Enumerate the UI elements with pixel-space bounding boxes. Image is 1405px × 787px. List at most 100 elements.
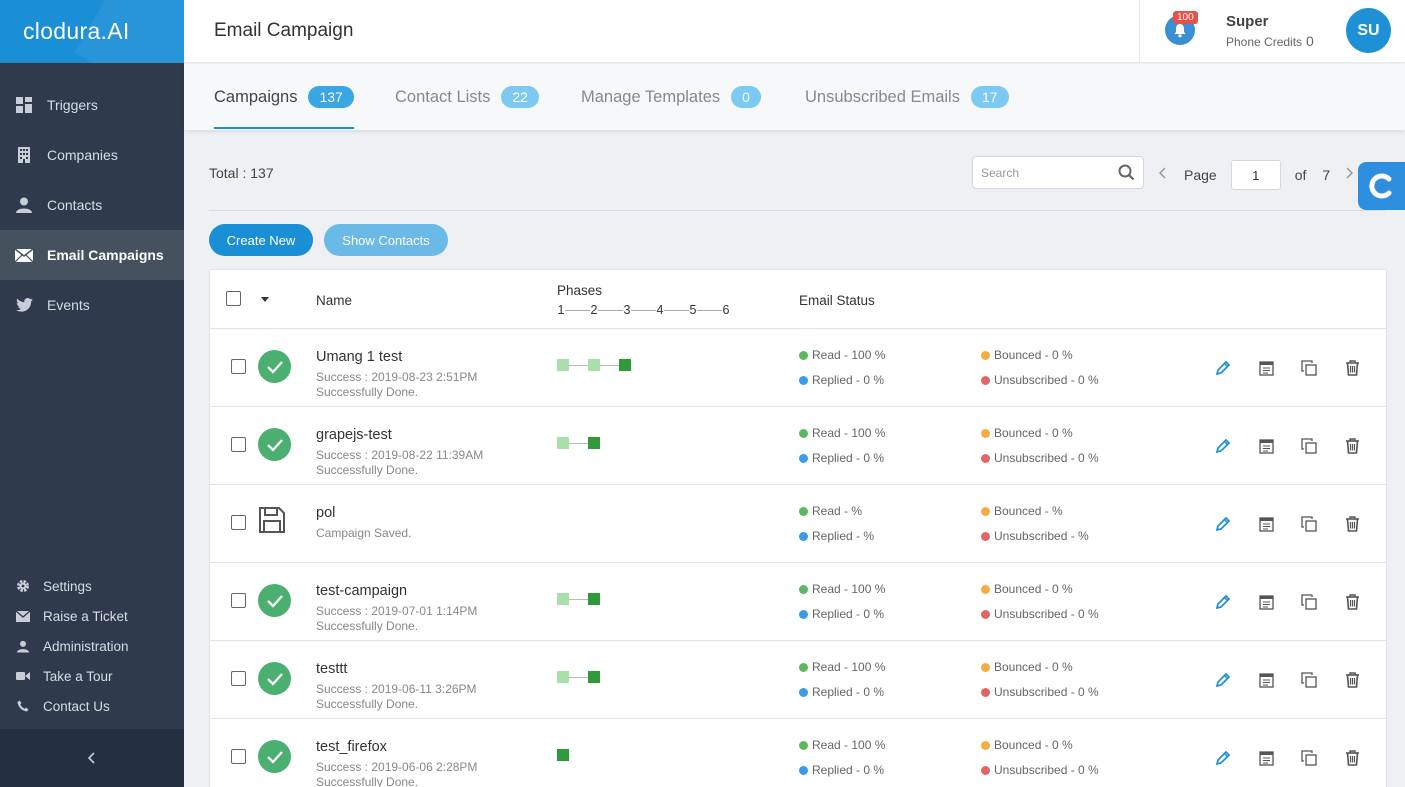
sidebar-item-raise-ticket[interactable]: Raise a Ticket bbox=[0, 601, 184, 631]
read-dot bbox=[799, 506, 808, 516]
phase-progress bbox=[557, 359, 631, 371]
logo[interactable]: clodura.AI bbox=[0, 0, 184, 63]
trash-icon[interactable] bbox=[1343, 671, 1361, 689]
campaign-name[interactable]: test_firefox bbox=[316, 739, 387, 755]
replied-dot bbox=[799, 375, 808, 385]
campaign-name[interactable]: Umang 1 test bbox=[316, 349, 402, 365]
trash-icon[interactable] bbox=[1343, 359, 1361, 377]
unsubscribed-dot bbox=[981, 531, 990, 541]
view-report-icon[interactable] bbox=[1257, 437, 1275, 455]
copy-icon[interactable] bbox=[1300, 359, 1318, 377]
edit-icon[interactable] bbox=[1214, 437, 1232, 455]
campaign-name[interactable]: grapejs-test bbox=[316, 427, 392, 443]
tab-campaigns[interactable]: Campaigns 137 bbox=[214, 64, 354, 130]
divider bbox=[209, 210, 1385, 211]
success-check-icon bbox=[258, 740, 291, 773]
view-report-icon[interactable] bbox=[1257, 515, 1275, 533]
bounced-stat-text: Bounced - % bbox=[994, 504, 1063, 518]
copy-icon[interactable] bbox=[1300, 749, 1318, 767]
copy-icon[interactable] bbox=[1300, 437, 1318, 455]
phase-number: 3 bbox=[623, 303, 631, 317]
sidebar-item-take-tour[interactable]: Take a Tour bbox=[0, 661, 184, 691]
trash-icon[interactable] bbox=[1343, 593, 1361, 611]
tab-manage-templates[interactable]: Manage Templates 0 bbox=[581, 64, 761, 130]
view-report-icon[interactable] bbox=[1257, 593, 1275, 611]
tab-contact-lists[interactable]: Contact Lists 22 bbox=[395, 64, 539, 130]
phase-connector bbox=[569, 598, 588, 600]
unsubscribed-stat-text: Unsubscribed - 0 % bbox=[994, 607, 1099, 621]
user-name: Super bbox=[1226, 13, 1269, 30]
show-contacts-button[interactable]: Show Contacts bbox=[324, 224, 448, 256]
bulk-actions-dropdown[interactable] bbox=[261, 297, 269, 302]
copy-icon[interactable] bbox=[1300, 515, 1318, 533]
copy-icon[interactable] bbox=[1300, 671, 1318, 689]
unsubscribed-dot bbox=[981, 765, 990, 775]
row-checkbox[interactable] bbox=[231, 593, 246, 608]
trash-icon[interactable] bbox=[1343, 749, 1361, 767]
page-number-input[interactable] bbox=[1230, 160, 1281, 190]
sidebar-item-contacts[interactable]: Contacts bbox=[0, 180, 184, 230]
tab-unsubscribed-emails[interactable]: Unsubscribed Emails 17 bbox=[805, 64, 1009, 130]
view-report-icon[interactable] bbox=[1257, 749, 1275, 767]
of-label: of bbox=[1294, 167, 1307, 183]
sidebar-item-settings[interactable]: Settings bbox=[0, 571, 184, 601]
read-stat-text: Read - 100 % bbox=[812, 660, 886, 674]
prev-page-button[interactable] bbox=[1158, 166, 1168, 185]
select-all-checkbox[interactable] bbox=[226, 291, 241, 306]
replied-stat-text: Replied - % bbox=[812, 529, 875, 543]
row-actions bbox=[1214, 749, 1386, 767]
next-page-button[interactable] bbox=[1344, 166, 1354, 185]
search-icon[interactable] bbox=[1118, 164, 1135, 186]
search-input[interactable] bbox=[973, 157, 1108, 188]
sidebar-item-companies[interactable]: Companies bbox=[0, 130, 184, 180]
edit-icon[interactable] bbox=[1214, 515, 1232, 533]
table-row: test_firefox Success : 2019-06-06 2:28PM S… bbox=[210, 719, 1386, 787]
sidebar-item-email-campaigns[interactable]: Email Campaigns bbox=[0, 230, 184, 280]
row-checkbox[interactable] bbox=[231, 515, 246, 530]
read-stat: Read - % bbox=[799, 504, 862, 518]
avatar[interactable]: SU bbox=[1346, 8, 1391, 53]
notification-count-badge: 100 bbox=[1173, 11, 1198, 24]
success-check-icon bbox=[258, 428, 291, 461]
campaign-status-text: Success : 2019-06-06 2:28PM Successfully … bbox=[316, 760, 477, 787]
unsubscribed-stat: Unsubscribed - 0 % bbox=[981, 451, 1099, 465]
trash-icon[interactable] bbox=[1343, 515, 1361, 533]
unsubscribed-stat-text: Unsubscribed - % bbox=[994, 529, 1089, 543]
trash-icon[interactable] bbox=[1343, 437, 1361, 455]
edit-icon[interactable] bbox=[1214, 671, 1232, 689]
campaign-name[interactable]: testtt bbox=[316, 661, 347, 677]
campaign-name[interactable]: pol bbox=[316, 505, 335, 521]
phase-marker bbox=[588, 593, 600, 605]
phase-progress bbox=[557, 749, 569, 761]
sidebar-item-events[interactable]: Events bbox=[0, 280, 184, 330]
edit-icon[interactable] bbox=[1214, 749, 1232, 767]
phase-progress bbox=[557, 593, 600, 605]
row-checkbox[interactable] bbox=[231, 437, 246, 452]
replied-stat-text: Replied - 0 % bbox=[812, 607, 885, 621]
read-dot bbox=[799, 584, 808, 594]
read-stat: Read - 100 % bbox=[799, 426, 885, 440]
sidebar-collapse-button[interactable] bbox=[0, 729, 184, 787]
read-stat-text: Read - 100 % bbox=[812, 426, 886, 440]
sidebar-item-contact-us[interactable]: Contact Us bbox=[0, 691, 184, 721]
table-row: Umang 1 test Success : 2019-08-23 2:51PM S… bbox=[210, 329, 1386, 407]
edit-icon[interactable] bbox=[1214, 593, 1232, 611]
sidebar-item-triggers[interactable]: Triggers bbox=[0, 80, 184, 130]
view-report-icon[interactable] bbox=[1257, 359, 1275, 377]
replied-stat-text: Replied - 0 % bbox=[812, 763, 885, 777]
view-report-icon[interactable] bbox=[1257, 671, 1275, 689]
replied-stat: Replied - 0 % bbox=[799, 607, 884, 621]
row-checkbox[interactable] bbox=[231, 359, 246, 374]
copy-icon[interactable] bbox=[1300, 593, 1318, 611]
read-stat-text: Read - 100 % bbox=[812, 738, 886, 752]
table-row: test-campaign Success : 2019-07-01 1:14PM… bbox=[210, 563, 1386, 641]
campaign-name[interactable]: test-campaign bbox=[316, 583, 407, 599]
edit-icon[interactable] bbox=[1214, 359, 1232, 377]
sidebar-item-administration[interactable]: Administration bbox=[0, 631, 184, 661]
row-checkbox[interactable] bbox=[231, 671, 246, 686]
row-checkbox[interactable] bbox=[231, 749, 246, 764]
phase-connector bbox=[569, 676, 588, 678]
create-new-button[interactable]: Create New bbox=[209, 224, 313, 256]
row-actions bbox=[1214, 671, 1386, 689]
chat-widget-button[interactable] bbox=[1358, 162, 1405, 210]
